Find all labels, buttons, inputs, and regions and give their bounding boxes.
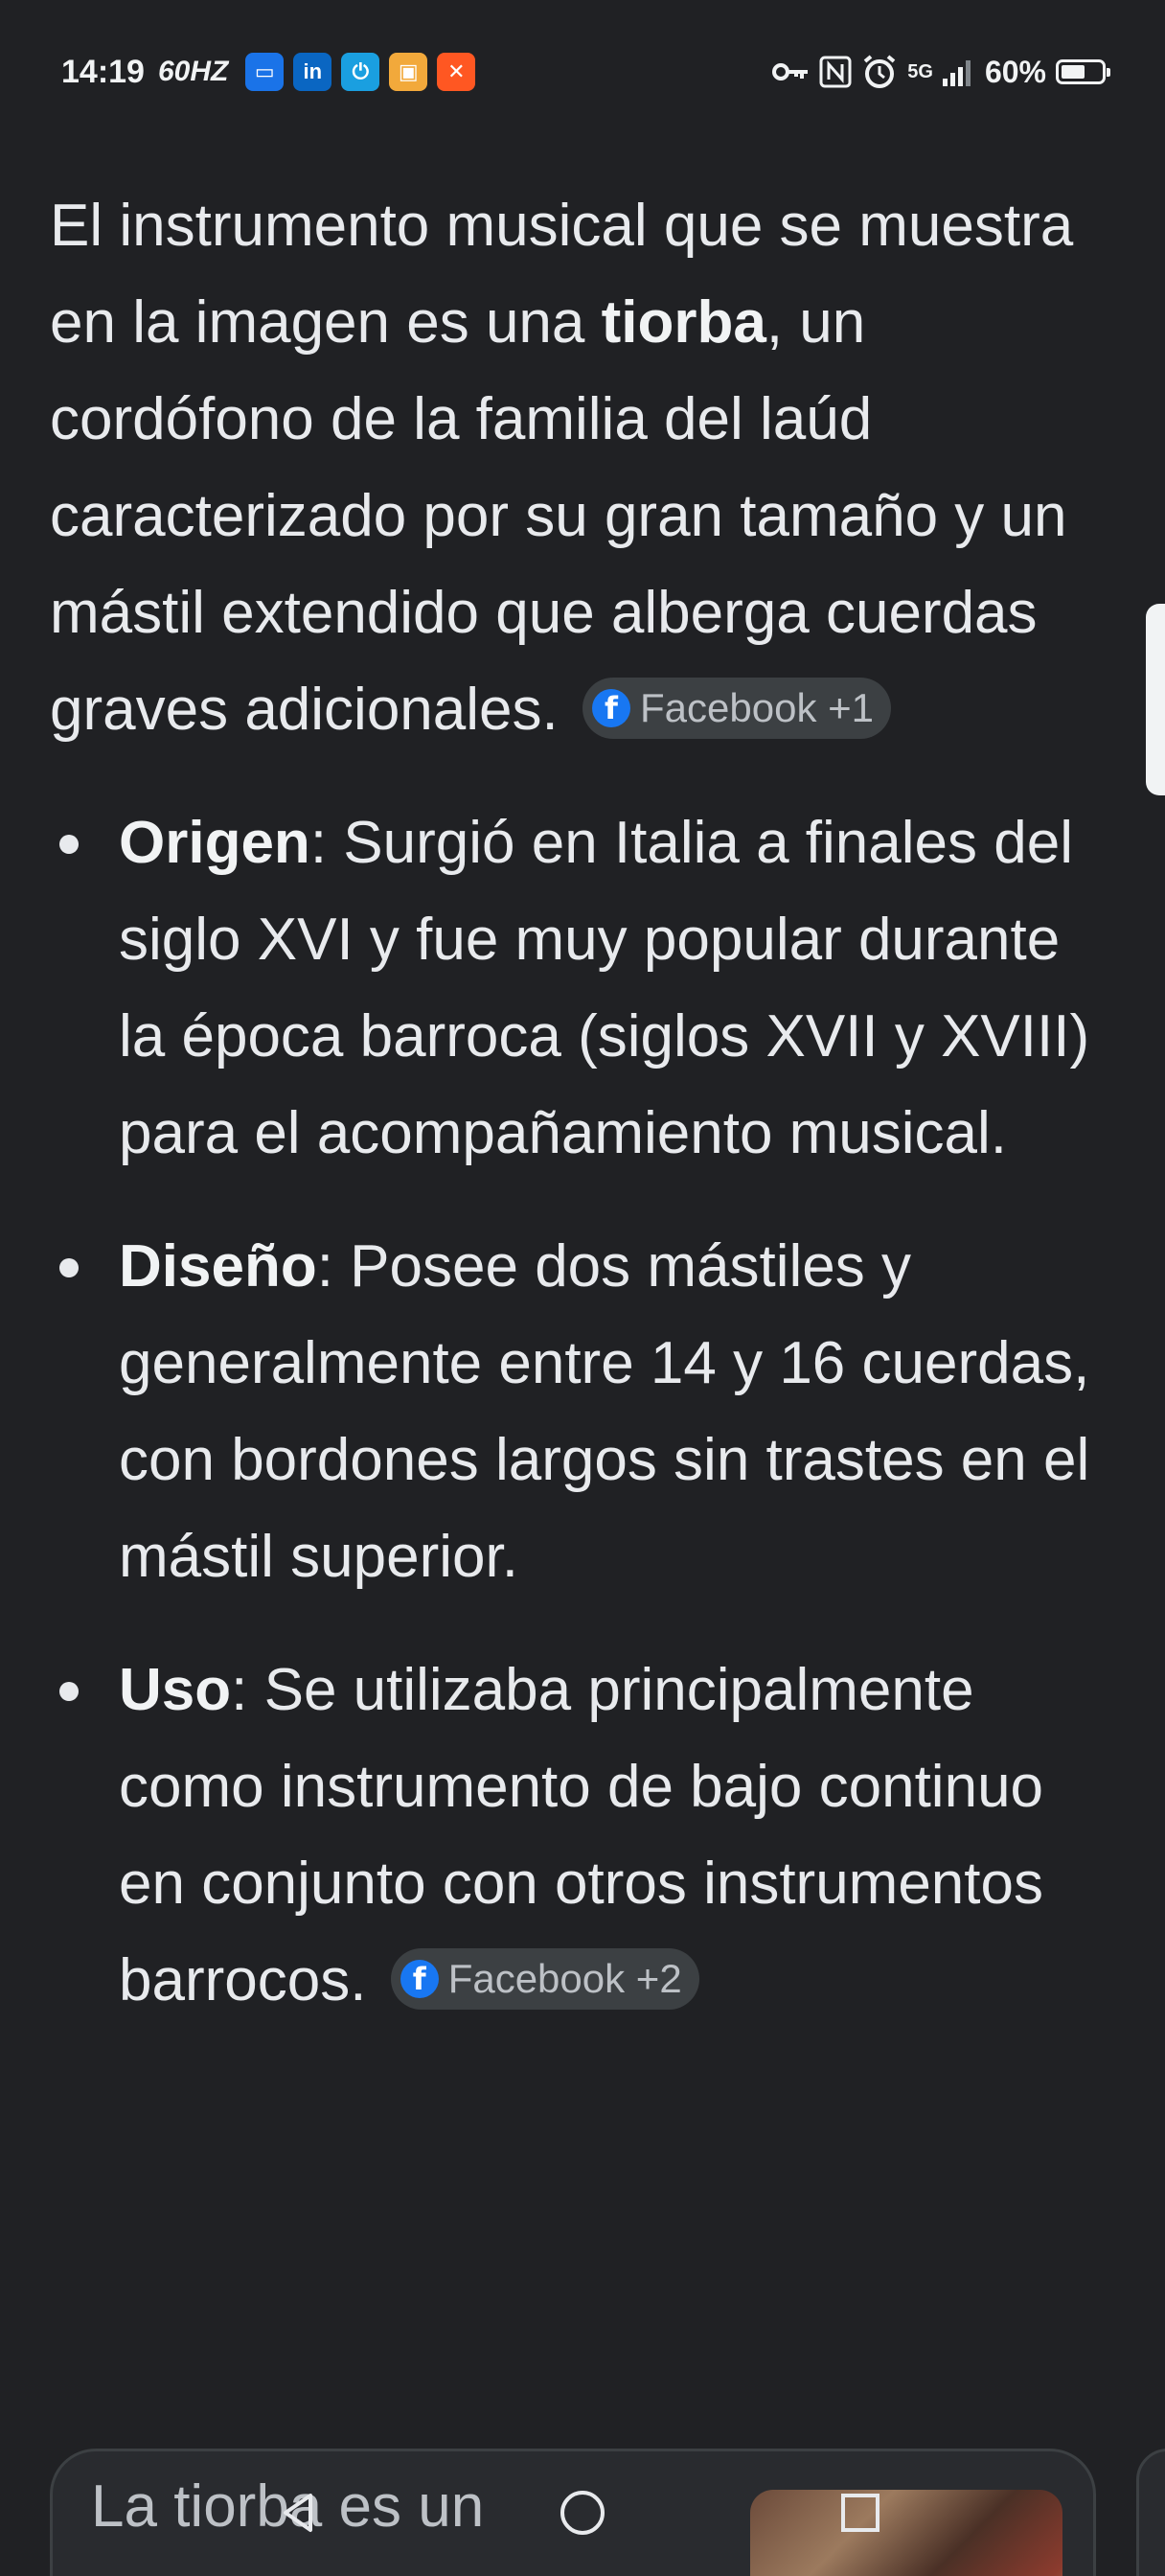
related-card-thumbnail xyxy=(750,2490,1062,2576)
intro-text-after: , un cordófono de la familia del laúd ca… xyxy=(50,289,1067,743)
nfc-icon xyxy=(819,56,852,88)
network-type: 5G xyxy=(907,61,933,82)
bullet-item-diseno: Diseño: Posee dos mástiles y generalment… xyxy=(50,1218,1113,1605)
battery-icon xyxy=(1056,59,1110,84)
source-chip-label: Facebook +2 xyxy=(447,1955,682,2001)
status-time: 14:19 xyxy=(61,53,145,90)
close-app-icon: ✕ xyxy=(437,53,476,91)
source-chip-facebook-2[interactable]: f Facebook +2 xyxy=(390,1947,699,2010)
bullet-dot xyxy=(59,1682,79,1701)
refresh-rate: 60HZ xyxy=(157,56,229,87)
linkedin-app-icon: in xyxy=(293,53,332,91)
answer-content: El instrumento musical que se muestra en… xyxy=(50,177,1113,2065)
bullet-item-uso: Uso: Se utilizaba principalmente como in… xyxy=(50,1642,1113,2029)
home-circle-icon xyxy=(560,2491,605,2535)
status-bar: 14:19 60HZ ▭ in ⏻ ▣ ✕ 5G 60% xyxy=(0,0,1165,144)
signal-icon xyxy=(942,60,971,86)
source-chip-label: Facebook +1 xyxy=(640,684,875,730)
facebook-icon: f xyxy=(592,688,630,727)
bullet-term: Uso xyxy=(119,1657,232,1723)
back-triangle-icon xyxy=(284,2494,312,2532)
bullet-list: Origen: Surgió en Italia a finales del s… xyxy=(50,794,1113,2029)
intro-bold-term: tiorba xyxy=(601,289,766,356)
screen: 14:19 60HZ ▭ in ⏻ ▣ ✕ 5G 60% El instrume… xyxy=(0,0,1165,2576)
wallet-app-icon: ▭ xyxy=(245,53,285,91)
alarm-icon xyxy=(863,55,896,88)
recents-square-icon xyxy=(841,2494,879,2532)
bullet-item-origen: Origen: Surgió en Italia a finales del s… xyxy=(50,794,1113,1182)
power-app-icon: ⏻ xyxy=(341,53,380,91)
nav-home-button[interactable] xyxy=(554,2484,611,2542)
battery-percent: 60% xyxy=(984,54,1046,89)
intro-text-before: El instrumento musical que se muestra en… xyxy=(50,193,1074,356)
next-related-card[interactable] xyxy=(1136,2449,1165,2576)
package-app-icon: ▣ xyxy=(389,53,428,91)
bullet-dot xyxy=(59,1258,79,1277)
facebook-icon: f xyxy=(400,1959,439,1998)
bullet-dot xyxy=(59,835,79,854)
status-bar-right: 5G 60% xyxy=(771,54,1110,90)
vpn-key-icon xyxy=(772,63,809,80)
status-bar-left: 14:19 60HZ ▭ in ⏻ ▣ ✕ xyxy=(61,53,476,91)
source-chip-facebook-1[interactable]: f Facebook +1 xyxy=(582,677,892,739)
bullet-term: Diseño xyxy=(119,1233,317,1300)
battery-fill xyxy=(1062,65,1085,79)
nav-recents-button[interactable] xyxy=(832,2484,889,2542)
bullet-term: Origen xyxy=(119,810,310,876)
nav-back-button[interactable] xyxy=(270,2484,328,2542)
intro-paragraph: El instrumento musical que se muestra en… xyxy=(50,177,1113,758)
scroll-handle[interactable] xyxy=(1146,604,1165,795)
